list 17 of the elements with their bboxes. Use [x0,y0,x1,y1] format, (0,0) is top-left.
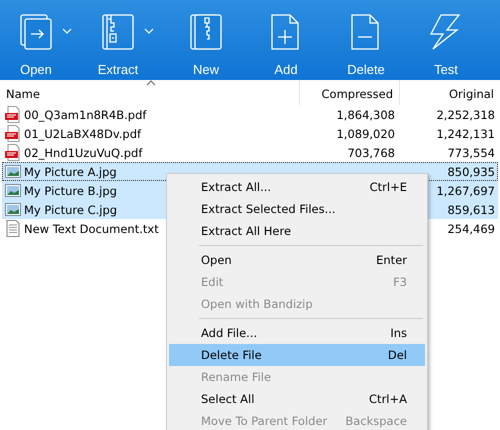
file-name: My Picture A.jpg [24,164,117,178]
original-size: 1,267,697 [436,184,495,198]
file-name: My Picture C.jpg [24,202,118,216]
file-name: My Picture B.jpg [24,184,117,198]
file-name: 02_Hnd1UzuVuQ.pdf [24,146,142,160]
file-name: New Text Document.txt [24,222,159,236]
original-size: 773,554 [447,146,495,160]
compressed-size: 1,089,020 [336,126,395,140]
file-name: 01_U2LaBX48Dv.pdf [24,126,142,140]
file-name: 00_Q3am1n8R4B.pdf [24,108,146,122]
compressed-size: 1,864,308 [336,108,395,122]
original-size: 850,935 [447,164,495,178]
original-size: 859,613 [447,202,495,216]
original-size: 2,252,318 [436,108,495,122]
original-size: 1,242,131 [436,126,495,140]
compressed-size: 703,768 [347,146,395,160]
original-size: 254,469 [447,222,495,236]
